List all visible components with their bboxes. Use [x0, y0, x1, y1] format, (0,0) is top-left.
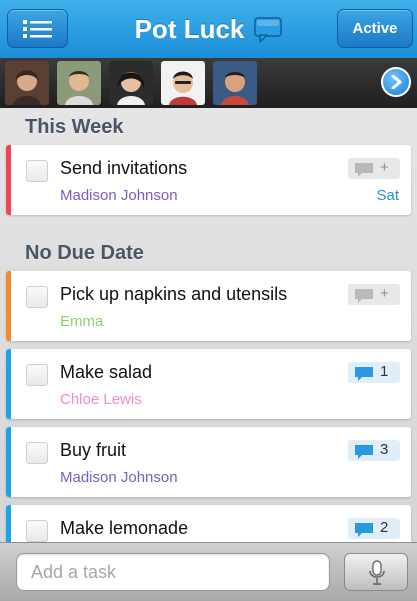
- comment-icon: [355, 445, 373, 459]
- comment-badge[interactable]: 3: [348, 440, 400, 461]
- task-assignee: Emma: [60, 313, 104, 330]
- comment-badge[interactable]: +: [348, 158, 400, 179]
- comment-count: 3: [380, 441, 389, 458]
- task-color-stripe: [6, 505, 11, 542]
- comment-badge[interactable]: +: [348, 284, 400, 305]
- comment-count: 1: [380, 363, 389, 380]
- due-date: Sat: [376, 187, 399, 204]
- task-assignee: Madison Johnson: [60, 187, 178, 204]
- avatar[interactable]: [109, 61, 153, 105]
- comment-badge[interactable]: 2: [348, 518, 400, 539]
- avatar[interactable]: [213, 61, 257, 105]
- task-row[interactable]: Send invitations Madison Johnson + Sat: [6, 145, 411, 215]
- task-color-stripe: [6, 145, 11, 215]
- task-checkbox[interactable]: [26, 286, 48, 308]
- task-color-stripe: [6, 349, 11, 419]
- task-title: Pick up napkins and utensils: [60, 284, 288, 304]
- task-title: Make lemonade: [60, 518, 189, 538]
- active-filter-button[interactable]: Active: [337, 9, 413, 48]
- page-title: Pot Luck: [134, 14, 245, 44]
- chat-bubble-icon: [254, 16, 283, 43]
- member-avatar-bar: [0, 58, 417, 108]
- comment-badge[interactable]: 1: [348, 362, 400, 383]
- comment-icon: [355, 523, 373, 537]
- task-row[interactable]: Buy fruit Madison Johnson 3: [6, 427, 411, 497]
- task-title: Make salad: [60, 362, 153, 382]
- comment-count: 2: [380, 519, 389, 536]
- task-checkbox[interactable]: [26, 442, 48, 464]
- avatar[interactable]: [5, 61, 49, 105]
- comment-icon: [355, 367, 373, 381]
- task-list[interactable]: This Week Send invitations Madison Johns…: [0, 108, 417, 542]
- task-color-stripe: [6, 271, 11, 341]
- app-header: Pot Luck Active: [0, 0, 417, 59]
- add-task-bar: [0, 542, 417, 601]
- task-assignee: Madison Johnson: [60, 469, 178, 486]
- task-checkbox[interactable]: [26, 160, 48, 182]
- section-header: No Due Date: [25, 242, 144, 264]
- task-color-stripe: [6, 427, 11, 497]
- next-members-button[interactable]: [381, 67, 411, 97]
- add-task-input[interactable]: [16, 553, 330, 591]
- voice-input-button[interactable]: [344, 553, 408, 591]
- avatar[interactable]: [57, 61, 101, 105]
- task-assignee: Chloe Lewis: [60, 391, 142, 408]
- task-title: Buy fruit: [60, 440, 127, 460]
- section-header: This Week: [25, 116, 124, 138]
- avatar[interactable]: [161, 61, 205, 105]
- task-checkbox[interactable]: [26, 364, 48, 386]
- comment-count: +: [380, 159, 389, 176]
- task-title: Send invitations: [60, 158, 188, 178]
- chevron-right-icon: [391, 75, 402, 89]
- comment-icon: [355, 289, 373, 303]
- comment-icon: [355, 163, 373, 177]
- task-row[interactable]: Make lemonade 2: [6, 505, 411, 542]
- comment-count: +: [380, 285, 389, 302]
- task-checkbox[interactable]: [26, 520, 48, 542]
- task-row[interactable]: Make salad Chloe Lewis 1: [6, 349, 411, 419]
- microphone-icon: [369, 560, 385, 585]
- task-row[interactable]: Pick up napkins and utensils Emma +: [6, 271, 411, 341]
